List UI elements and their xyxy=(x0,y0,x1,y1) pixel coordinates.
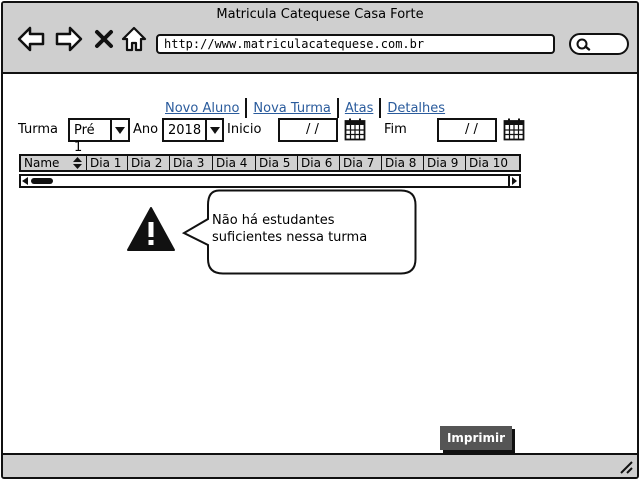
fim-date-input[interactable]: / / xyxy=(437,118,497,142)
column-header-dia-5[interactable]: Dia 5 xyxy=(256,156,298,170)
close-icon[interactable] xyxy=(93,25,115,53)
window-title: Matricula Catequese Casa Forte xyxy=(216,7,424,22)
browser-statusbar xyxy=(3,453,637,477)
scroll-left-icon[interactable] xyxy=(22,177,28,185)
scroll-right-icon[interactable] xyxy=(508,176,518,186)
attendance-table-header: Name Dia 1 Dia 2 Dia 3 Dia 4 Dia 5 Dia 6… xyxy=(19,154,521,172)
back-arrow-icon[interactable] xyxy=(17,25,45,53)
ano-select[interactable]: 2018 xyxy=(162,118,224,142)
turma-label: Turma xyxy=(18,122,58,137)
horizontal-scrollbar[interactable] xyxy=(19,174,521,188)
fim-label: Fim xyxy=(384,122,407,137)
turma-select[interactable]: Pré 1 xyxy=(68,118,130,155)
warning-icon xyxy=(126,206,176,252)
column-header-dia-3[interactable]: Dia 3 xyxy=(170,156,213,170)
column-header-dia-6[interactable]: Dia 6 xyxy=(298,156,340,170)
chevron-down-icon xyxy=(110,120,128,140)
browser-titlebar: Matricula Catequese Casa Forte http://ww… xyxy=(3,3,637,74)
column-header-name[interactable]: Name xyxy=(21,156,87,170)
browser-window: Matricula Catequese Casa Forte http://ww… xyxy=(1,1,639,479)
forward-arrow-icon[interactable] xyxy=(55,25,83,53)
ano-label: Ano xyxy=(133,122,159,137)
nav-links: Novo Aluno Nova Turma Atas Detalhes xyxy=(159,98,451,118)
column-header-dia-1[interactable]: Dia 1 xyxy=(87,156,128,170)
chevron-down-icon xyxy=(205,120,222,140)
link-nova-turma[interactable]: Nova Turma xyxy=(247,101,336,116)
browser-search-input[interactable] xyxy=(569,33,629,55)
turma-select-value: Pré 1 xyxy=(74,123,95,155)
home-icon[interactable] xyxy=(120,25,148,53)
ano-select-value: 2018 xyxy=(168,123,202,138)
print-button[interactable]: Imprimir xyxy=(440,426,512,450)
sort-icon[interactable] xyxy=(73,157,82,169)
empty-state-message: Não há estudantes suficientes nessa turm… xyxy=(212,213,368,245)
scrollbar-thumb[interactable] xyxy=(31,178,53,184)
column-header-dia-10[interactable]: Dia 10 xyxy=(466,156,517,170)
column-header-dia-7[interactable]: Dia 7 xyxy=(340,156,382,170)
inicio-date-input[interactable]: / / xyxy=(278,118,338,142)
column-header-dia-2[interactable]: Dia 2 xyxy=(128,156,170,170)
url-input[interactable]: http://www.matriculacatequese.com.br xyxy=(156,34,555,54)
link-atas[interactable]: Atas xyxy=(339,101,380,116)
calendar-icon[interactable] xyxy=(503,117,525,141)
link-detalhes[interactable]: Detalhes xyxy=(381,101,451,116)
column-header-dia-4[interactable]: Dia 4 xyxy=(213,156,256,170)
column-header-dia-8[interactable]: Dia 8 xyxy=(382,156,424,170)
resize-grip-icon[interactable] xyxy=(617,458,633,474)
link-novo-aluno[interactable]: Novo Aluno xyxy=(159,101,245,116)
empty-state-callout: Não há estudantes suficientes nessa turm… xyxy=(179,189,417,275)
inicio-label: Inicio xyxy=(227,122,262,137)
calendar-icon[interactable] xyxy=(344,117,366,141)
column-header-dia-9[interactable]: Dia 9 xyxy=(424,156,466,170)
